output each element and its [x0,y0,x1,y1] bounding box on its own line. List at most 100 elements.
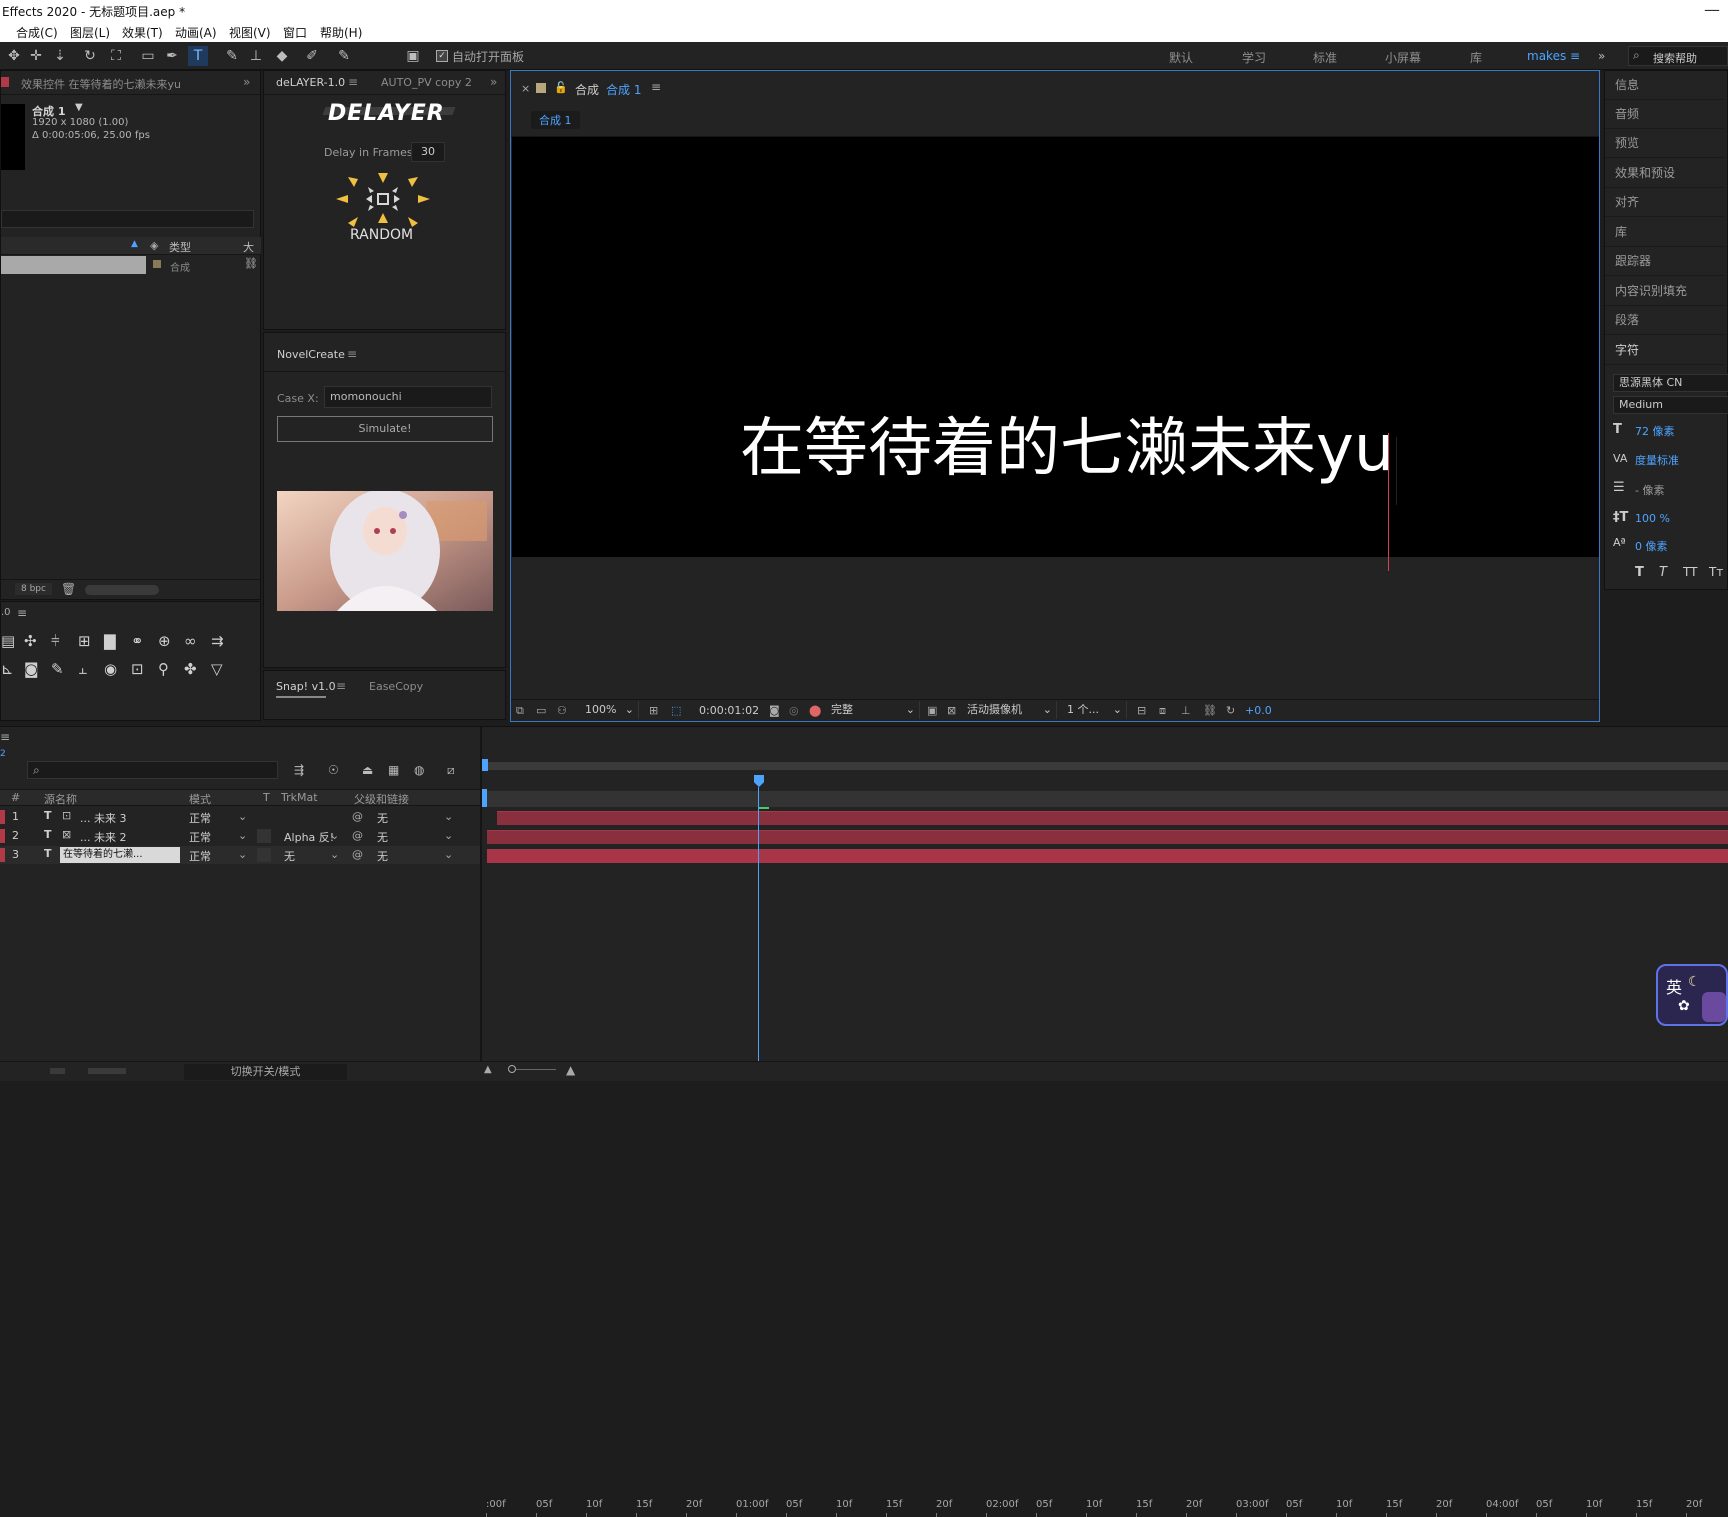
auto-open-checkbox[interactable]: ✓ [436,50,448,62]
all-caps-icon[interactable]: TT [1683,565,1697,579]
font-family-dropdown[interactable]: 思源黑体 CN [1613,374,1728,392]
workspace-menu-icon[interactable]: ≡ [1570,49,1580,63]
layer-trkmat[interactable]: Alpha 反! [284,829,334,845]
comp-dropdown-icon[interactable]: ▼ [75,102,83,113]
timeline-menu-icon[interactable]: ≡ [0,730,10,744]
layer-parent[interactable]: 无 [377,848,388,864]
layer-effect-icon[interactable]: ⊠ [62,828,71,841]
layer-name[interactable]: 在等待着的七濑... [60,847,180,863]
clone-stamp-icon[interactable]: ⊥ [246,46,266,66]
workspace-makes[interactable]: makes [1527,49,1566,63]
time-ruler[interactable] [482,771,1728,789]
rotate-icon[interactable]: ↻ [80,46,100,66]
toggle-switches-modes-button[interactable]: 切换开关/模式 [184,1064,347,1080]
resolution-dropdown[interactable]: 完整 ⌄ [827,701,920,719]
eraser-icon[interactable]: ◆ [272,46,292,66]
time-navigator[interactable] [487,762,1728,770]
tab-novelcreate[interactable]: NovelCreate [277,348,345,361]
parent-dropdown-icon[interactable]: ⌄ [444,829,453,842]
mode-dropdown-icon[interactable]: ⌄ [238,848,247,861]
panel-info[interactable]: 信息 [1605,71,1725,100]
trkmat-dropdown-icon[interactable]: ⌄ [330,848,339,861]
small-caps-icon[interactable]: Tт [1709,565,1723,579]
work-area-start[interactable] [482,789,487,807]
workspace-library[interactable]: 库 [1470,49,1482,66]
layer-parent[interactable]: 无 [377,829,388,845]
pin-icon[interactable]: ⚲ [158,660,169,678]
toggle-pixel-icon[interactable]: ⊠ [947,704,956,717]
menu-help[interactable]: 帮助(H) [320,24,362,41]
camera-dropdown[interactable]: 活动摄像机 ⌄ [963,701,1057,719]
anchor-icon[interactable]: ⇣ [50,46,70,66]
script-btn-15-icon[interactable]: ⊡ [131,660,144,678]
faux-bold-icon[interactable]: T [1635,565,1644,580]
layer-name[interactable]: ... 未来 3 [80,810,126,826]
script-btn-13-icon[interactable]: ⫠ [78,660,87,678]
panel-tracker[interactable]: 跟踪器 [1605,247,1725,276]
novelcreate-menu-icon[interactable]: ≡ [347,347,357,361]
faux-italic-icon[interactable]: T [1659,565,1667,580]
comp-tab-menu-icon[interactable]: ≡ [651,80,661,94]
panel-content-aware-fill[interactable]: 内容识别填充 [1605,277,1725,306]
col-parent[interactable]: 父级和链接 [354,791,409,807]
panel-paragraph[interactable]: 段落 [1605,306,1725,335]
script-btn-3-icon[interactable]: ⫩ [51,632,60,650]
help-search-input[interactable]: ⌕ 搜索帮助 [1628,46,1728,66]
type-tool-icon[interactable]: T [188,46,208,66]
tab-snap[interactable]: Snap! v1.0 [276,680,336,693]
pen-icon[interactable]: ✒ [162,46,182,66]
panel-audio[interactable]: 音频 [1605,100,1725,129]
script-panel-menu-icon[interactable]: ≡ [17,606,27,620]
trkmat-dropdown-icon[interactable]: ⌄ [330,829,339,842]
mode-dropdown-icon[interactable]: ⌄ [238,810,247,823]
work-area-bar[interactable] [484,791,1728,807]
col-mode[interactable]: 模式 [189,791,211,807]
script-btn-9-icon[interactable]: ⇉ [211,632,224,650]
pick-whip-icon[interactable]: @ [352,810,363,823]
link-icon[interactable]: ∞ [184,632,197,650]
workspace-small-screen[interactable]: 小屏幕 [1385,49,1421,66]
snap-menu-icon[interactable]: ≡ [336,679,346,693]
workspace-standard[interactable]: 标准 [1313,49,1337,66]
script-btn-1-icon[interactable]: ▤ [1,632,15,650]
transparency-grid-icon[interactable]: ⬚ [671,704,681,717]
menu-composition[interactable]: 合成(C) [16,24,58,41]
layer-bar[interactable] [487,830,1728,844]
draft-3d-icon[interactable]: ☉ [328,763,339,777]
zoom-dropdown[interactable]: 100% ⌄ [581,701,639,719]
project-item-selected[interactable] [1,256,146,274]
script-btn-2-icon[interactable]: ✣ [24,632,37,650]
parent-dropdown-icon[interactable]: ⌄ [444,848,453,861]
layer-mode[interactable]: 正常 [189,848,211,864]
workspace-default[interactable]: 默认 [1169,49,1193,66]
layer-parent[interactable]: 无 [377,810,388,826]
leading-value[interactable]: - 像素 [1635,482,1664,498]
label-tag-icon[interactable]: ◈ [150,239,158,252]
flowchart-icon[interactable]: ⛓ [1203,704,1217,717]
scale-value[interactable]: 100 % [1635,512,1670,525]
zoom-in-icon[interactable]: ▲ [566,1063,575,1077]
mask-view-icon[interactable]: ⚇ [557,704,567,717]
minimize-icon[interactable]: — [1704,0,1720,22]
comp-mini-flow-icon[interactable]: ⇶ [294,763,304,777]
brush-icon[interactable]: ✎ [222,46,242,66]
column-type[interactable]: 类型 [169,239,191,255]
close-tab-icon[interactable]: × [521,82,530,95]
simulate-button[interactable]: Simulate! [277,416,493,442]
monitor-icon[interactable]: ▭ [536,704,546,717]
hand-icon[interactable]: ✥ [4,46,24,66]
delay-frames-input[interactable]: 30 [411,142,445,162]
layer-name[interactable]: ... 未来 2 [80,829,126,845]
shy-layers-icon[interactable]: ⏏ [362,763,373,777]
flower-icon[interactable]: ✤ [184,660,197,678]
tab-auto-pv[interactable]: AUTO_PV copy 2 [381,76,472,89]
preserve-transparency-box[interactable] [257,829,271,843]
layer-bar[interactable] [487,849,1728,863]
comp-canvas[interactable]: 在等待着的七濑未来yu [512,137,1599,571]
tab-delayer[interactable]: deLAYER-1.0 [276,76,345,89]
views-dropdown[interactable]: 1 个... ⌄ [1063,701,1127,719]
parent-dropdown-icon[interactable]: ⌄ [444,810,453,823]
tracking-value[interactable]: 度量标准 [1635,452,1679,468]
panel-character[interactable]: 字符 [1605,336,1725,365]
trash-icon[interactable]: 🗑 [61,582,76,596]
